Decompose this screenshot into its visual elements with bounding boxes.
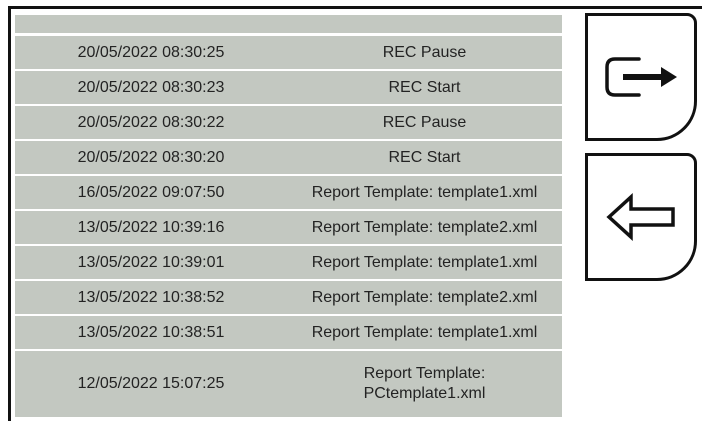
event-message: Report Template: template1.xml: [311, 253, 538, 271]
exit-arrow-icon: [605, 57, 677, 97]
table-row[interactable]: 20/05/2022 08:30:22 REC Pause: [15, 106, 562, 139]
event-message: REC Pause: [382, 113, 467, 131]
event-date: 20/05/2022 08:30:23: [77, 78, 225, 96]
table-row[interactable]: [15, 15, 562, 33]
frame-left-border: [8, 8, 11, 421]
table-row[interactable]: 13/05/2022 10:39:16 Report Template: tem…: [15, 211, 562, 244]
event-message: Report Template: template1.xml: [311, 183, 538, 201]
event-message: Report Template: template2.xml: [311, 218, 538, 236]
table-row[interactable]: 16/05/2022 09:07:50 Report Template: tem…: [15, 176, 562, 209]
event-message: Report Template: template1.xml: [311, 323, 538, 341]
table-row[interactable]: 20/05/2022 08:30:23 REC Start: [15, 71, 562, 104]
event-date: 20/05/2022 08:30:20: [77, 148, 225, 166]
table-row[interactable]: 20/05/2022 08:30:20 REC Start: [15, 141, 562, 174]
event-message: REC Pause: [382, 43, 467, 61]
event-message: Report Template: PCtemplate1.xml: [363, 365, 486, 402]
table-row[interactable]: 13/05/2022 10:38:51 Report Template: tem…: [15, 316, 562, 349]
event-date: 13/05/2022 10:38:52: [77, 288, 225, 306]
event-date: 13/05/2022 10:39:16: [77, 218, 225, 236]
event-log-screen: 20/05/2022 08:30:25 REC Pause 20/05/2022…: [0, 0, 702, 421]
event-date: 12/05/2022 15:07:25: [77, 375, 225, 392]
event-date: 20/05/2022 08:30:25: [77, 43, 225, 61]
event-date: 20/05/2022 08:30:22: [77, 113, 225, 131]
exit-button[interactable]: [585, 13, 697, 141]
event-date: 13/05/2022 10:39:01: [77, 253, 225, 271]
event-date: 16/05/2022 09:07:50: [77, 183, 225, 201]
event-message: REC Start: [388, 148, 461, 166]
event-log-table[interactable]: 20/05/2022 08:30:25 REC Pause 20/05/2022…: [15, 15, 562, 421]
back-arrow-icon: [606, 193, 675, 241]
table-row[interactable]: 12/05/2022 15:07:25 Report Template: PCt…: [15, 351, 562, 417]
table-row[interactable]: 20/05/2022 08:30:25 REC Pause: [15, 36, 562, 69]
event-date: 13/05/2022 10:38:51: [77, 323, 225, 341]
event-message: REC Start: [388, 78, 461, 96]
table-row[interactable]: 13/05/2022 10:39:01 Report Template: tem…: [15, 246, 562, 279]
table-row[interactable]: 13/05/2022 10:38:52 Report Template: tem…: [15, 281, 562, 314]
back-button[interactable]: [585, 153, 697, 281]
event-message: Report Template: template2.xml: [311, 288, 538, 306]
frame-top-border: [8, 6, 702, 9]
